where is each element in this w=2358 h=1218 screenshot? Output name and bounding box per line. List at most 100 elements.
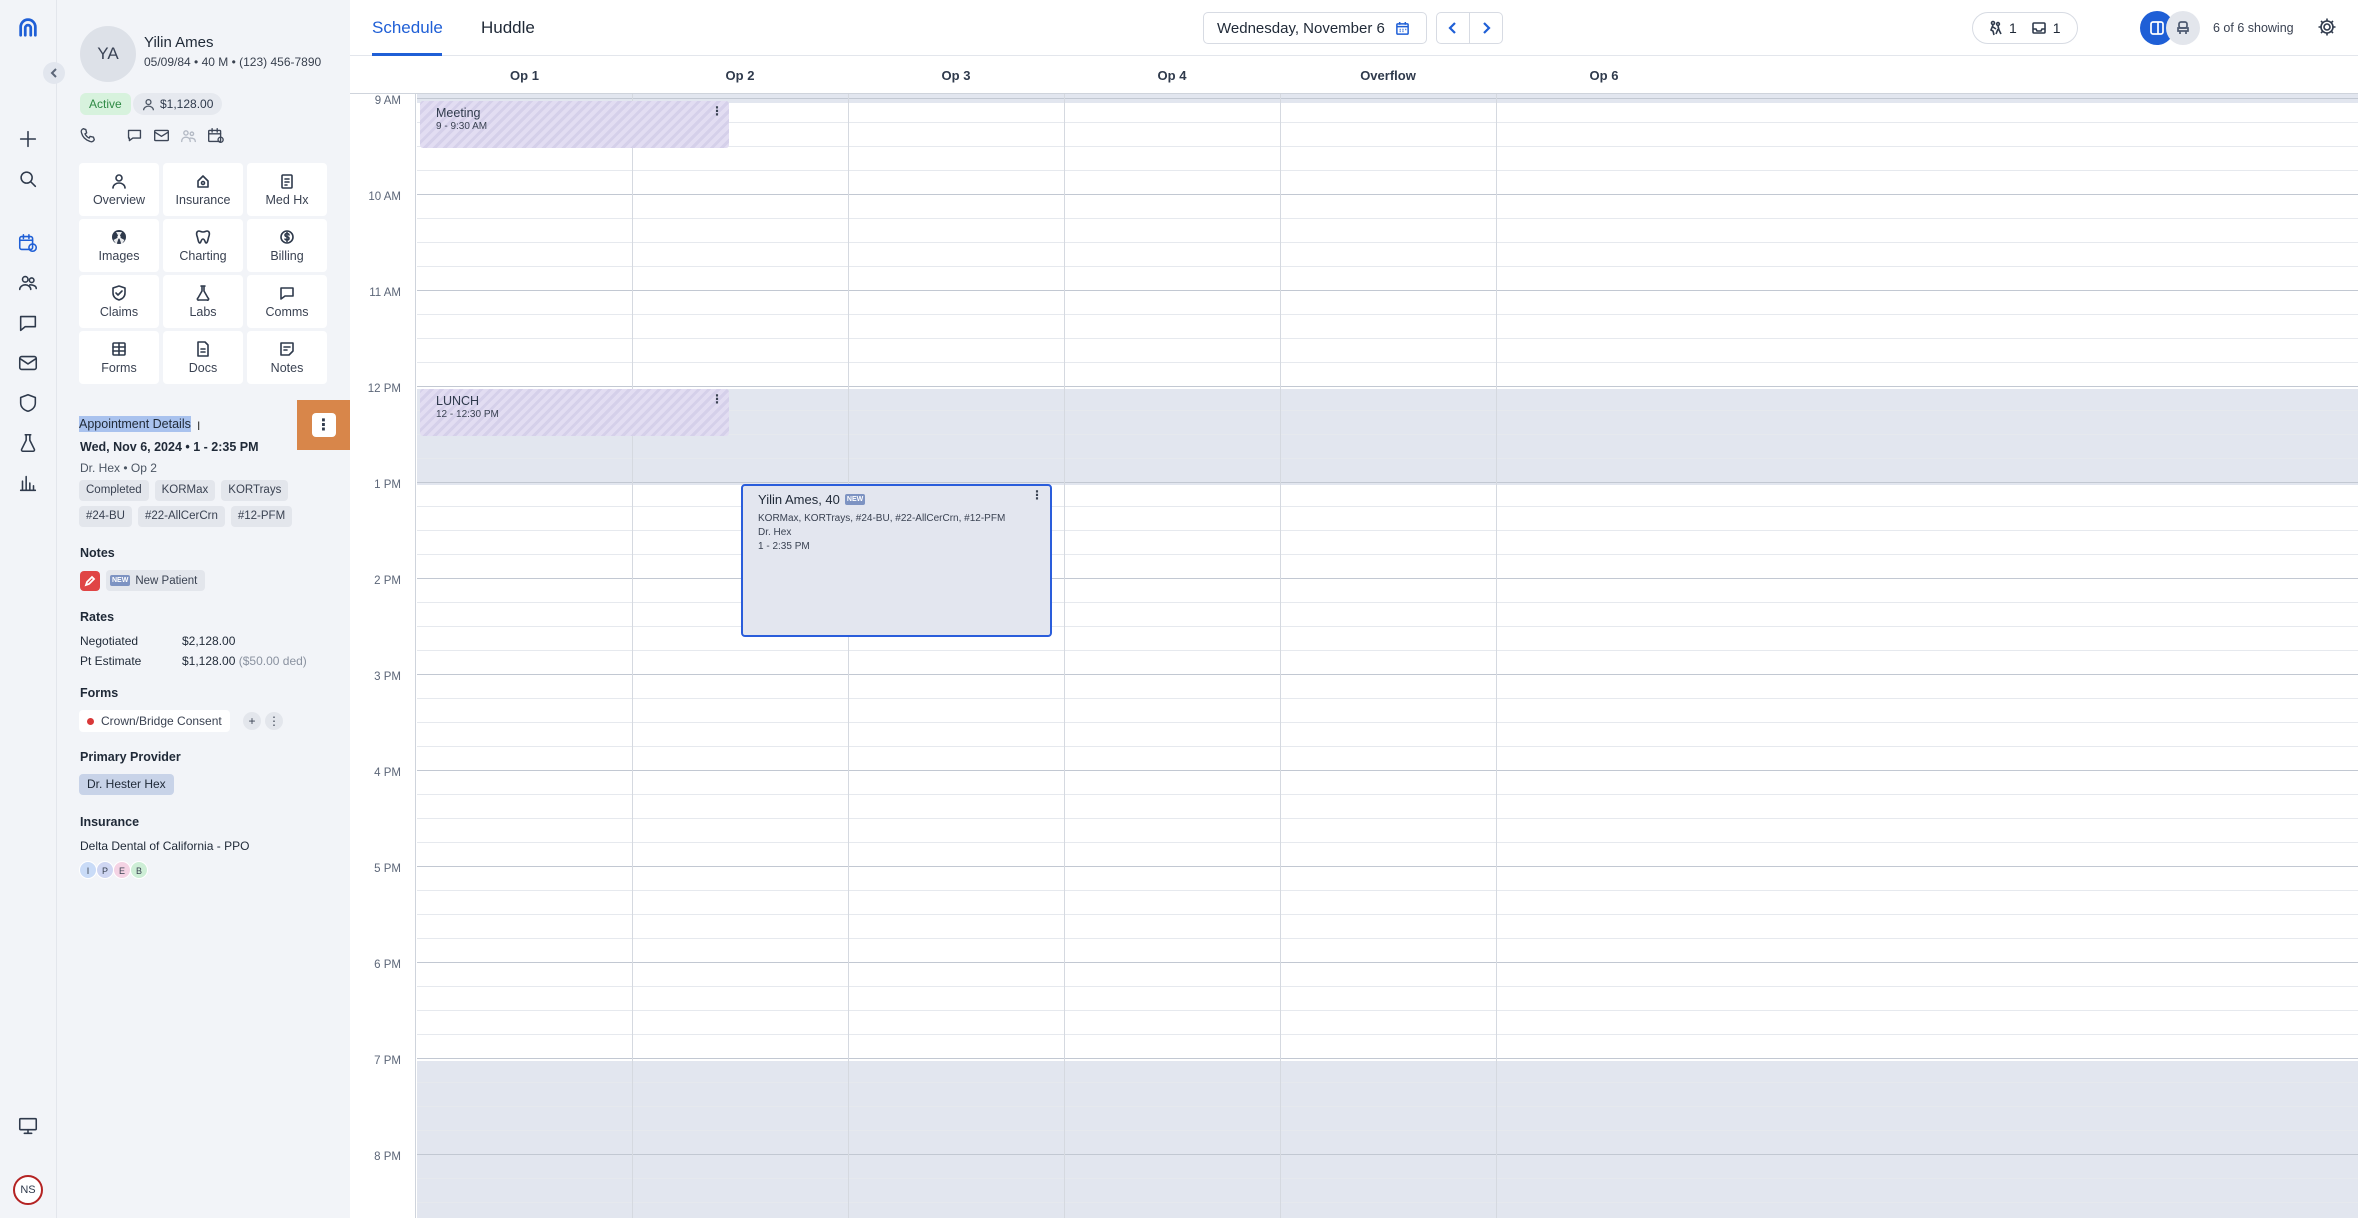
tile-docs[interactable]: Docs: [163, 331, 243, 384]
tile-charting[interactable]: Charting: [163, 219, 243, 272]
current-date: Wednesday, November 6: [1217, 19, 1385, 37]
patients-icon[interactable]: [12, 267, 44, 299]
column-header-op3[interactable]: Op 3: [848, 57, 1064, 94]
after-hours-period: [417, 1061, 2358, 1218]
appointment-more-menu[interactable]: ⋮: [297, 400, 350, 450]
email-icon[interactable]: [153, 127, 170, 149]
note-edit-icon[interactable]: [80, 570, 100, 591]
previous-day-button[interactable]: [1436, 12, 1470, 44]
column-header-op6[interactable]: Op 6: [1496, 57, 1712, 94]
appointment-procedures: KORMax, KORTrays, #24-BU, #22-AllCerCrn,…: [758, 513, 1006, 524]
reports-chart-icon[interactable]: [12, 467, 44, 499]
insurance-name[interactable]: Delta Dental of California - PPO: [80, 839, 249, 853]
column-header-overflow[interactable]: Overflow: [1280, 57, 1496, 94]
kiosk-monitor-icon[interactable]: [12, 1110, 44, 1142]
inbox-counter[interactable]: 1: [2031, 20, 2061, 36]
chevron-left-icon: [1448, 22, 1456, 34]
quarter-hour-line: [417, 746, 2358, 747]
more-vertical-icon[interactable]: ⋮: [711, 104, 723, 118]
mail-icon[interactable]: [12, 347, 44, 379]
tile-med-hx[interactable]: Med Hx: [247, 163, 327, 216]
sms-icon[interactable]: [126, 127, 143, 149]
insurance-badge[interactable]: E: [113, 861, 131, 879]
tile-labs[interactable]: Labs: [163, 275, 243, 328]
calendar-icon: [1396, 21, 1409, 35]
flask-icon: [196, 284, 210, 301]
tile-overview[interactable]: Overview: [79, 163, 159, 216]
inbox-icon: [2031, 22, 2046, 34]
block-time: 12 - 12:30 PM: [436, 409, 499, 420]
tile-label: Forms: [101, 360, 137, 375]
tile-notes[interactable]: Notes: [247, 331, 327, 384]
tile-comms[interactable]: Comms: [247, 275, 327, 328]
schedule-icon[interactable]: [12, 227, 44, 259]
insurance-badge[interactable]: P: [96, 861, 114, 879]
messages-icon[interactable]: [12, 307, 44, 339]
time-label: 2 PM: [374, 575, 401, 587]
lab-flask-icon[interactable]: [12, 427, 44, 459]
next-day-button[interactable]: [1469, 12, 1503, 44]
more-vertical-icon[interactable]: ⋮: [711, 392, 723, 406]
more-vertical-icon[interactable]: ⋮: [1031, 488, 1043, 502]
primary-provider-chip[interactable]: Dr. Hester Hex: [79, 774, 174, 795]
settings-gear-icon[interactable]: [2317, 17, 2337, 42]
app-logo-icon[interactable]: [12, 11, 44, 43]
new-patient-chip[interactable]: NEW New Patient: [106, 570, 206, 591]
add-form-button[interactable]: +: [243, 712, 261, 730]
operatory-headers: Op 1 Op 2 Op 3 Op 4 Overflow Op 6: [350, 57, 2358, 94]
tile-images[interactable]: Images: [79, 219, 159, 272]
appointment-details-title[interactable]: Appointment Details: [79, 416, 191, 432]
tile-forms[interactable]: Forms: [79, 331, 159, 384]
forms-more-button[interactable]: ⋮: [265, 712, 283, 730]
user-avatar[interactable]: NS: [13, 1175, 43, 1205]
column-header-op4[interactable]: Op 4: [1064, 57, 1280, 94]
hour-line: [417, 674, 2358, 675]
appointment-card-title: Yilin Ames, 40 NEW: [758, 492, 866, 507]
time-label: 10 AM: [368, 191, 401, 203]
tab-schedule[interactable]: Schedule: [372, 18, 443, 38]
quarter-hour-line: [417, 1010, 2358, 1011]
schedule-grid[interactable]: 9 AM 10 AM 11 AM 12 PM 1 PM 2 PM 3 PM 4 …: [350, 94, 2358, 1218]
block-time: 9 - 9:30 AM: [436, 121, 488, 132]
queue-counters[interactable]: 1 1: [1972, 12, 2078, 44]
appointment-provider: Dr. Hex: [758, 527, 792, 538]
person-icon: [142, 98, 155, 110]
quarter-hour-line: [417, 530, 2358, 531]
tile-billing[interactable]: Billing: [247, 219, 327, 272]
form-chip[interactable]: Crown/Bridge Consent: [79, 710, 230, 732]
rates-label: Rates: [80, 610, 115, 624]
insurance-badge[interactable]: I: [79, 861, 97, 879]
patient-balance-chip[interactable]: $1,128.00: [133, 93, 223, 115]
date-picker[interactable]: Wednesday, November 6: [1203, 12, 1427, 44]
inbox-count: 1: [2052, 20, 2061, 36]
add-icon[interactable]: [12, 123, 44, 155]
procedure-chip: #12-PFM: [230, 506, 293, 527]
patient-name[interactable]: Yilin Ames: [144, 34, 213, 51]
column-header-op2[interactable]: Op 2: [632, 57, 848, 94]
patient-avatar[interactable]: YA: [80, 26, 136, 82]
lunch-block[interactable]: LUNCH 12 - 12:30 PM ⋮: [420, 389, 729, 436]
chair-view-button[interactable]: [2166, 11, 2200, 45]
quarter-hour-line: [417, 650, 2358, 651]
tile-claims[interactable]: Claims: [79, 275, 159, 328]
column-divider: [848, 94, 849, 1218]
columns-showing-count[interactable]: 6 of 6 showing: [2213, 21, 2294, 35]
tile-insurance[interactable]: Insurance: [163, 163, 243, 216]
time-label: 1 PM: [374, 479, 401, 491]
time-label: 4 PM: [374, 767, 401, 779]
tile-label: Billing: [270, 248, 304, 263]
time-label: 12 PM: [367, 383, 401, 395]
waiting-counter[interactable]: 1: [1987, 20, 2017, 36]
tab-huddle[interactable]: Huddle: [481, 18, 535, 38]
insurance-badge[interactable]: B: [130, 861, 148, 879]
collapse-panel-button[interactable]: [43, 62, 65, 84]
billing-icon: [280, 229, 294, 244]
tooth-icon: [195, 229, 211, 244]
shield-icon[interactable]: [12, 387, 44, 419]
meeting-block[interactable]: Meeting 9 - 9:30 AM ⋮: [420, 101, 729, 148]
search-icon[interactable]: [12, 163, 44, 195]
calendar-check-icon[interactable]: [207, 127, 224, 149]
column-header-op1[interactable]: Op 1: [417, 57, 632, 94]
appointment-card[interactable]: Yilin Ames, 40 NEW ⋮ KORMax, KORTrays, #…: [741, 484, 1052, 637]
phone-icon[interactable]: [79, 127, 96, 149]
